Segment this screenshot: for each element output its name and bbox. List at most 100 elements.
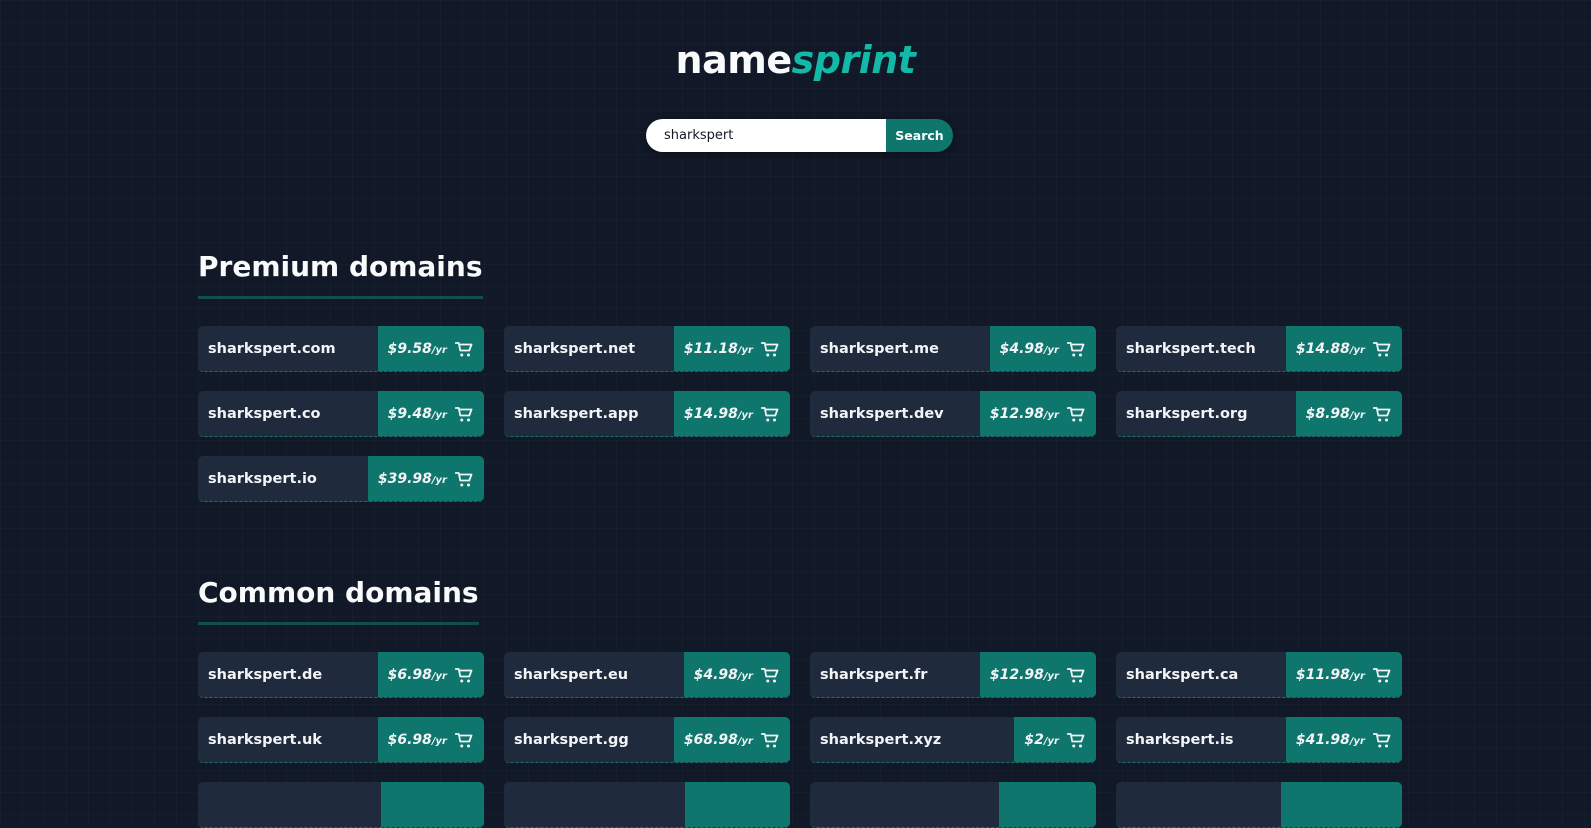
domain-card: sharkspert.net $11.18/yr	[504, 326, 790, 372]
add-to-cart-button[interactable]: $6.98/yr	[377, 652, 484, 697]
add-to-cart-button[interactable]	[381, 782, 484, 827]
domain-name: sharkspert.org	[1126, 405, 1248, 422]
domain-price: $8.98/yr	[1305, 405, 1365, 422]
add-to-cart-button[interactable]: $12.98/yr	[979, 391, 1096, 436]
domain-price: $11.18/yr	[683, 340, 753, 357]
cart-icon	[761, 667, 779, 682]
domain-price: $14.98/yr	[683, 405, 753, 422]
domain-name: sharkspert.uk	[208, 731, 322, 748]
domain-card-partial	[198, 782, 484, 828]
domain-price: $41.98/yr	[1295, 731, 1365, 748]
cart-icon	[1067, 406, 1085, 421]
cart-icon	[455, 471, 473, 486]
search-button[interactable]: Search	[886, 119, 953, 152]
cart-icon	[1373, 667, 1391, 682]
cart-icon	[455, 667, 473, 682]
add-to-cart-button[interactable]: $68.98/yr	[673, 717, 790, 762]
logo-sprint: sprint	[791, 38, 916, 82]
domain-price: $39.98/yr	[377, 470, 447, 487]
domain-name-empty	[198, 782, 381, 827]
add-to-cart-button[interactable]: $8.98/yr	[1295, 391, 1402, 436]
common-domains-title: Common domains	[198, 576, 479, 625]
domain-card: sharkspert.co $9.48/yr	[198, 391, 484, 437]
add-to-cart-button[interactable]	[1281, 782, 1402, 827]
domain-price: $14.88/yr	[1295, 340, 1365, 357]
domain-name: sharkspert.ca	[1126, 666, 1239, 683]
add-to-cart-button[interactable]: $14.98/yr	[673, 391, 790, 436]
add-to-cart-button[interactable]: $2/yr	[1014, 717, 1096, 762]
cart-icon	[1067, 341, 1085, 356]
logo[interactable]: namesprint	[0, 38, 1591, 82]
add-to-cart-button[interactable]: $12.98/yr	[979, 652, 1096, 697]
domain-name: sharkspert.is	[1126, 731, 1234, 748]
domain-price: $6.98/yr	[387, 666, 447, 683]
premium-domains-title: Premium domains	[198, 250, 483, 299]
domain-name: sharkspert.co	[208, 405, 321, 422]
add-to-cart-button[interactable]: $9.58/yr	[377, 326, 484, 371]
domain-price: $4.98/yr	[999, 340, 1059, 357]
domain-price: $6.98/yr	[387, 731, 447, 748]
domain-card: sharkspert.dev $12.98/yr	[810, 391, 1096, 437]
domain-card: sharkspert.uk $6.98/yr	[198, 717, 484, 763]
logo-name: name	[675, 38, 793, 82]
domain-card: sharkspert.fr $12.98/yr	[810, 652, 1096, 698]
cart-icon	[455, 341, 473, 356]
domain-card-partial	[810, 782, 1096, 828]
add-to-cart-button[interactable]: $11.98/yr	[1285, 652, 1402, 697]
add-to-cart-button[interactable]: $11.18/yr	[673, 326, 790, 371]
cart-icon	[1067, 667, 1085, 682]
domain-card: sharkspert.ca $11.98/yr	[1116, 652, 1402, 698]
add-to-cart-button[interactable]: $41.98/yr	[1285, 717, 1402, 762]
domain-name: sharkspert.net	[514, 340, 636, 357]
domain-name: sharkspert.dev	[820, 405, 944, 422]
cart-icon	[455, 732, 473, 747]
domain-name: sharkspert.com	[208, 340, 336, 357]
cart-icon	[1373, 341, 1391, 356]
domain-price: $9.58/yr	[387, 340, 447, 357]
domain-price: $12.98/yr	[989, 405, 1059, 422]
domain-card: sharkspert.xyz $2/yr	[810, 717, 1096, 763]
search-input[interactable]	[646, 119, 886, 152]
domain-name-empty	[810, 782, 999, 827]
domain-card: sharkspert.org $8.98/yr	[1116, 391, 1402, 437]
domain-name-empty	[1116, 782, 1281, 827]
domain-name: sharkspert.fr	[820, 666, 928, 683]
add-to-cart-button[interactable]: $14.88/yr	[1285, 326, 1402, 371]
domain-price: $4.98/yr	[693, 666, 753, 683]
domain-card: sharkspert.gg $68.98/yr	[504, 717, 790, 763]
domain-price: $11.98/yr	[1295, 666, 1365, 683]
domain-price: $68.98/yr	[683, 731, 753, 748]
add-to-cart-button[interactable]: $4.98/yr	[989, 326, 1096, 371]
domain-card: sharkspert.me $4.98/yr	[810, 326, 1096, 372]
domain-name: sharkspert.tech	[1126, 340, 1256, 357]
cart-icon	[761, 732, 779, 747]
add-to-cart-button[interactable]	[685, 782, 790, 827]
domain-card-partial	[504, 782, 790, 828]
domain-name-empty	[504, 782, 685, 827]
add-to-cart-button[interactable]: $4.98/yr	[683, 652, 790, 697]
cart-icon	[1373, 406, 1391, 421]
domain-name: sharkspert.io	[208, 470, 317, 487]
domain-card: sharkspert.io $39.98/yr	[198, 456, 484, 502]
domain-name: sharkspert.me	[820, 340, 939, 357]
add-to-cart-button[interactable]: $39.98/yr	[367, 456, 484, 501]
domain-card: sharkspert.de $6.98/yr	[198, 652, 484, 698]
domain-name: sharkspert.xyz	[820, 731, 942, 748]
cart-icon	[455, 406, 473, 421]
domain-price: $9.48/yr	[387, 405, 447, 422]
domain-card: sharkspert.is $41.98/yr	[1116, 717, 1402, 763]
add-to-cart-button[interactable]: $6.98/yr	[377, 717, 484, 762]
add-to-cart-button[interactable]	[999, 782, 1096, 827]
domain-name: sharkspert.de	[208, 666, 323, 683]
domain-price: $12.98/yr	[989, 666, 1059, 683]
domain-card: sharkspert.com $9.58/yr	[198, 326, 484, 372]
domain-card: sharkspert.app $14.98/yr	[504, 391, 790, 437]
domain-name: sharkspert.gg	[514, 731, 629, 748]
cart-icon	[761, 406, 779, 421]
search-bar: Search	[646, 119, 953, 152]
domain-card: sharkspert.eu $4.98/yr	[504, 652, 790, 698]
domain-price: $2/yr	[1024, 731, 1059, 748]
domain-card-partial	[1116, 782, 1402, 828]
add-to-cart-button[interactable]: $9.48/yr	[377, 391, 484, 436]
common-domains-grid: sharkspert.de $6.98/yr sharkspert.eu $4.…	[198, 652, 1402, 828]
